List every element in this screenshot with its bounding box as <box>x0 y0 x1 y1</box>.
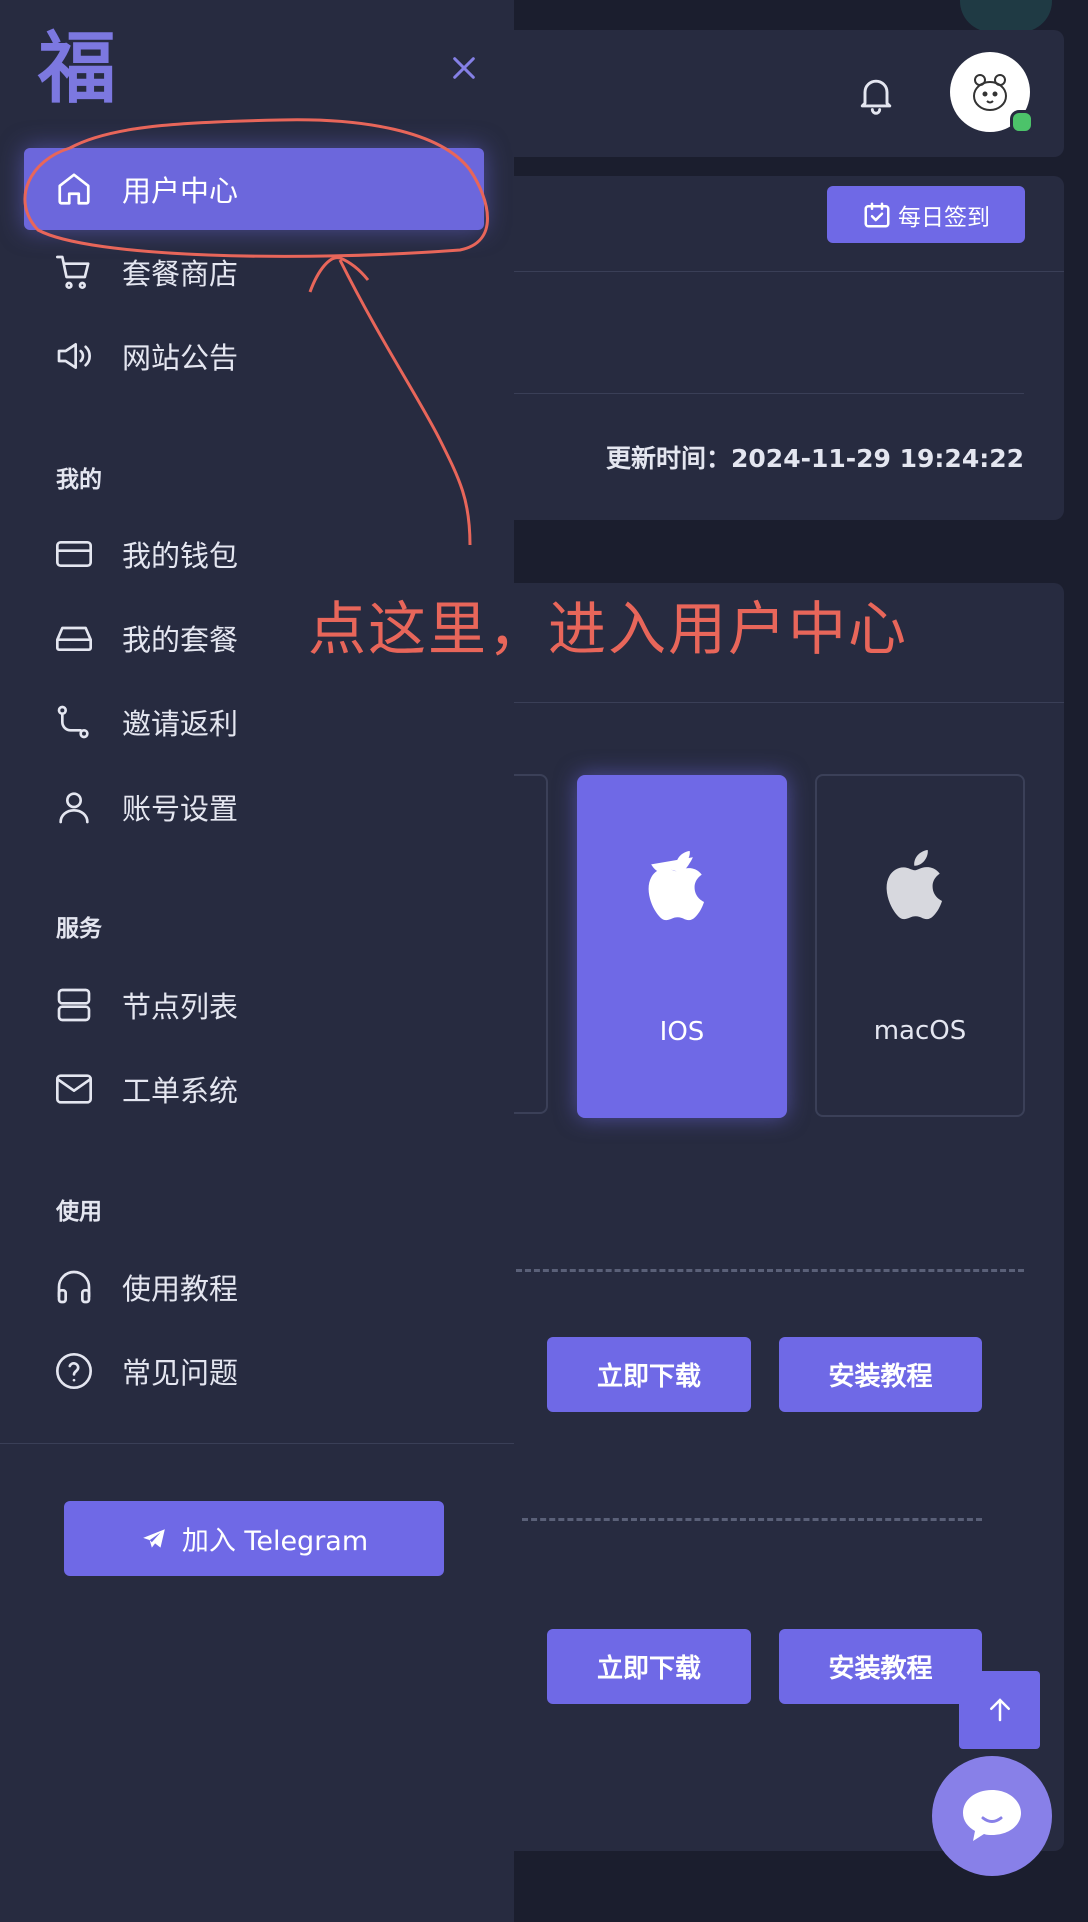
telegram-icon <box>140 1526 168 1552</box>
dashed-divider <box>516 1269 1024 1272</box>
download-label: 立即下载 <box>596 1654 701 1684</box>
home-icon <box>52 167 96 211</box>
question-circle-icon <box>52 1349 96 1393</box>
section-title-mine: 我的 <box>56 467 102 493</box>
sidebar: 福 用户中心 套餐商店 网站公告 我的 我的钱包 我的套餐 邀请返利 账号设置 … <box>0 0 514 1922</box>
route-icon <box>52 700 96 744</box>
join-telegram-button[interactable]: 加入 Telegram <box>64 1501 444 1576</box>
sidebar-divider <box>0 1443 514 1444</box>
arrow-up-icon <box>989 1698 1010 1722</box>
speaker-icon <box>52 334 96 378</box>
sidebar-item-faq[interactable]: 常见问题 <box>24 1330 484 1412</box>
divider <box>470 271 1064 272</box>
dashed-divider <box>522 1518 982 1521</box>
sidebar-item-referral[interactable]: 邀请返利 <box>24 681 484 763</box>
divider <box>470 393 1024 394</box>
checkin-button[interactable]: 每日签到 <box>827 186 1025 243</box>
checkin-label: 每日签到 <box>898 204 990 231</box>
download-card: IOS macOS 立即下载 安装教程 立即下载 安装教程 <box>390 583 1064 1851</box>
sidebar-item-label: 节点列表 <box>122 990 239 1024</box>
sidebar-item-account-settings[interactable]: 账号设置 <box>24 766 484 848</box>
apple-icon <box>648 851 704 921</box>
online-status-dot <box>1010 110 1034 134</box>
tutorial-button[interactable]: 安装教程 <box>779 1337 982 1412</box>
logo: 福 <box>38 24 117 114</box>
sidebar-item-plan-store[interactable]: 套餐商店 <box>24 231 484 313</box>
sidebar-item-announcements[interactable]: 网站公告 <box>24 315 484 397</box>
sidebar-item-tutorial[interactable]: 使用教程 <box>24 1246 484 1328</box>
server-icon <box>52 983 96 1027</box>
scroll-top-button[interactable] <box>959 1671 1040 1749</box>
tutorial-label: 安装教程 <box>828 1654 933 1684</box>
sidebar-item-label: 账号设置 <box>122 792 239 826</box>
sidebar-item-label: 使用教程 <box>122 1272 239 1306</box>
tutorial-label: 安装教程 <box>828 1362 933 1392</box>
sidebar-item-node-list[interactable]: 节点列表 <box>24 964 484 1046</box>
annotation-text: 点这里，进入用户中心 <box>308 595 909 663</box>
apple-icon <box>886 850 942 920</box>
sidebar-item-label: 套餐商店 <box>122 257 239 291</box>
update-time: 更新时间：2024-11-29 19:24:22 <box>606 444 1024 473</box>
sidebar-item-label: 网站公告 <box>122 341 239 375</box>
sidebar-item-ticket-system[interactable]: 工单系统 <box>24 1048 484 1130</box>
avatar[interactable] <box>950 52 1034 134</box>
user-icon <box>52 785 96 829</box>
platform-tile-macos[interactable]: macOS <box>815 774 1025 1117</box>
close-icon[interactable] <box>448 52 480 84</box>
download-button[interactable]: 立即下载 <box>547 1629 751 1704</box>
chat-widget-button[interactable] <box>932 1756 1052 1876</box>
download-label: 立即下载 <box>596 1362 701 1392</box>
platform-label: IOS <box>659 1017 705 1047</box>
chat-bubble-icon <box>963 1790 1021 1841</box>
platform-label: macOS <box>873 1016 967 1046</box>
top-corner-fab[interactable] <box>960 0 1052 32</box>
sidebar-item-label: 邀请返利 <box>122 707 239 741</box>
subscription-card: 每日签到 更新时间：2024-11-29 19:24:22 <box>470 176 1064 520</box>
mail-icon <box>52 1067 96 1111</box>
sidebar-item-label: 我的套餐 <box>122 623 239 657</box>
calendar-check-icon <box>862 200 892 230</box>
sidebar-item-label: 用户中心 <box>122 174 239 208</box>
sidebar-item-user-center[interactable]: 用户中心 <box>24 148 484 230</box>
sidebar-item-label: 常见问题 <box>122 1356 239 1390</box>
tutorial-button[interactable]: 安装教程 <box>779 1629 982 1704</box>
download-button[interactable]: 立即下载 <box>547 1337 751 1412</box>
sidebar-item-label: 工单系统 <box>122 1074 239 1108</box>
credit-card-icon <box>52 532 96 576</box>
headphones-icon <box>52 1265 96 1309</box>
cart-icon <box>52 250 96 294</box>
section-title-service: 服务 <box>56 916 102 942</box>
drive-icon <box>52 616 96 660</box>
bell-icon[interactable] <box>854 72 898 120</box>
divider <box>470 702 1064 703</box>
platform-tile-ios[interactable]: IOS <box>577 775 787 1118</box>
section-title-usage: 使用 <box>56 1199 102 1225</box>
header-bar <box>470 30 1064 157</box>
telegram-label: 加入 Telegram <box>181 1526 369 1557</box>
sidebar-item-label: 我的钱包 <box>122 539 239 573</box>
